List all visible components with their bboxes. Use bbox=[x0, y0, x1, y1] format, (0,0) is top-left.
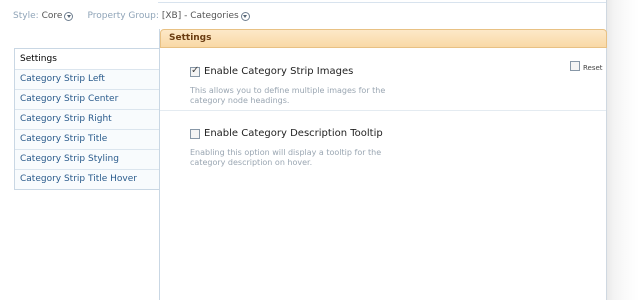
sidebar-item-category-strip-right[interactable]: Category Strip Right bbox=[15, 109, 160, 129]
sidebar-item-category-strip-left[interactable]: Category Strip Left bbox=[15, 69, 160, 89]
chevron-down-icon[interactable] bbox=[240, 11, 250, 21]
category-strip-images-checkbox[interactable] bbox=[190, 65, 200, 77]
panel-title: Settings bbox=[160, 29, 607, 48]
category-description-tooltip-label[interactable]: Enable Category Description Tooltip bbox=[204, 128, 383, 139]
option-divider bbox=[160, 110, 606, 111]
sidebar-nav: Settings Category Strip Left Category St… bbox=[14, 48, 160, 190]
style-bar: Style: Core Property Group: [XB] - Categ… bbox=[13, 9, 250, 23]
property-group-selector[interactable]: [XB] - Categories bbox=[159, 11, 250, 21]
category-description-tooltip-checkbox[interactable] bbox=[190, 128, 200, 139]
page-shadow bbox=[607, 0, 639, 300]
reset-checkbox[interactable] bbox=[570, 61, 580, 71]
sidebar-item-category-strip-title-hover[interactable]: Category Strip Title Hover bbox=[15, 169, 160, 189]
top-frame bbox=[158, 0, 606, 3]
category-strip-images-description: This allows you to define multiple image… bbox=[190, 86, 386, 105]
style-value[interactable]: Core bbox=[42, 11, 63, 21]
sidebar-item-category-strip-styling[interactable]: Category Strip Styling bbox=[15, 149, 160, 169]
style-selector[interactable]: Core bbox=[39, 11, 74, 21]
option-category-strip-images: Enable Category Strip Images This allows… bbox=[190, 61, 430, 106]
property-group-value[interactable]: [XB] - Categories bbox=[162, 11, 239, 21]
reset-control[interactable]: Reset bbox=[570, 61, 603, 72]
property-group-label: Property Group: bbox=[87, 11, 159, 21]
sidebar-item-settings[interactable]: Settings bbox=[15, 49, 160, 69]
style-label: Style: bbox=[13, 11, 39, 21]
sidebar-item-category-strip-center[interactable]: Category Strip Center bbox=[15, 89, 160, 109]
sidebar-item-category-strip-title[interactable]: Category Strip Title bbox=[15, 129, 160, 149]
chevron-down-icon[interactable] bbox=[64, 11, 74, 21]
option-category-description-tooltip: Enable Category Description Tooltip Enab… bbox=[190, 123, 430, 168]
category-description-tooltip-description: Enabling this option will display a tool… bbox=[190, 148, 382, 167]
category-strip-images-label[interactable]: Enable Category Strip Images bbox=[204, 66, 353, 77]
reset-label[interactable]: Reset bbox=[583, 64, 603, 72]
